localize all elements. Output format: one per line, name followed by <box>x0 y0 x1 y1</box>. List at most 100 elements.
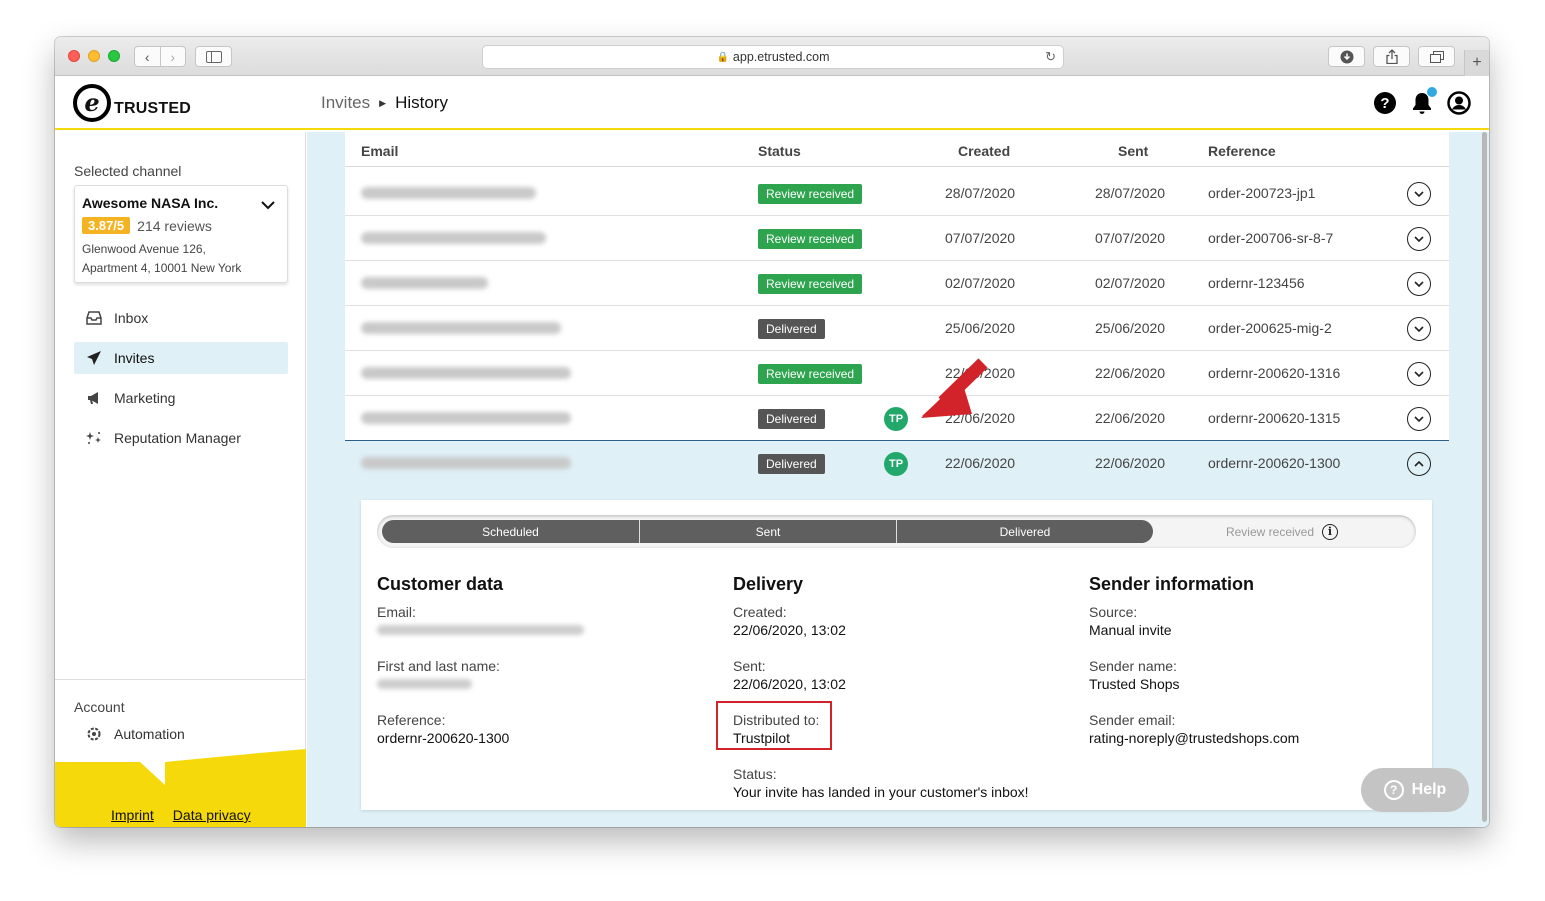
question-icon: ? <box>1383 780 1404 800</box>
created-date: 07/07/2020 <box>945 230 1016 246</box>
invites-history-table: Email Status Created Sent Reference Revi… <box>345 132 1449 827</box>
redacted-value <box>377 679 472 689</box>
channel-selector[interactable]: Awesome NASA Inc. 3.87/5 214 reviews Gle… <box>74 185 288 283</box>
channel-address: Glenwood Avenue 126, Apartment 4, 10001 … <box>82 240 241 278</box>
notifications-bell-icon[interactable] <box>1410 87 1437 115</box>
column-status[interactable]: Status <box>758 143 801 159</box>
sent-date: 07/07/2020 <box>1095 230 1166 246</box>
redacted-value <box>377 625 584 635</box>
page-scrollbar[interactable] <box>1482 132 1487 822</box>
field-value: 22/06/2020, 13:02 <box>733 622 846 638</box>
status-badge: Delivered <box>758 454 825 474</box>
reference: order-200723-jp1 <box>1208 185 1316 201</box>
table-row-expanded[interactable]: Delivered TP 22/06/2020 22/06/2020 order… <box>345 440 1449 485</box>
footer-links: Imprint Data privacy <box>111 807 251 823</box>
created-date: 22/06/2020 <box>945 410 1016 426</box>
header-actions: ? <box>1373 87 1471 115</box>
column-email[interactable]: Email <box>361 143 398 159</box>
chevron-down-icon[interactable] <box>1407 227 1431 251</box>
delivery-section: Delivery Created: 22/06/2020, 13:02 Sent… <box>733 574 1073 819</box>
minimize-window-button[interactable] <box>88 50 100 62</box>
sent-date: 25/06/2020 <box>1095 320 1166 336</box>
info-icon[interactable]: i <box>1322 523 1339 540</box>
field-label: Status: <box>733 766 777 782</box>
lock-icon: 🔒 <box>716 51 729 63</box>
sparkle-stars-icon <box>85 429 103 447</box>
table-row[interactable]: Review received 28/07/2020 28/07/2020 or… <box>345 171 1449 216</box>
breadcrumb-invites-link[interactable]: Invites <box>321 93 370 113</box>
delivery-sent-field: Sent: 22/06/2020, 13:02 <box>733 657 1073 693</box>
imprint-link[interactable]: Imprint <box>111 807 154 823</box>
breadcrumb-current: History <box>395 93 448 112</box>
new-tab-icon[interactable]: + <box>1464 50 1489 76</box>
chevron-down-icon[interactable] <box>1407 317 1431 341</box>
sidebar-item-marketing[interactable]: Marketing <box>74 382 288 414</box>
column-sent[interactable]: Sent <box>1118 143 1148 159</box>
invite-detail-panel: Scheduled Sent Delivered Review received… <box>361 500 1432 810</box>
scrollbar-thumb[interactable] <box>1482 132 1487 822</box>
sidebar-toggle-icon[interactable] <box>195 46 232 67</box>
help-button[interactable]: ? Help <box>1361 768 1469 812</box>
sidebar-item-invites[interactable]: Invites <box>74 342 288 374</box>
zoom-window-button[interactable] <box>108 50 120 62</box>
close-window-button[interactable] <box>68 50 80 62</box>
channel-name: Awesome NASA Inc. <box>82 195 219 211</box>
redacted-email <box>361 232 546 244</box>
delivery-created-field: Created: 22/06/2020, 13:02 <box>733 603 1073 639</box>
reference: ordernr-200620-1300 <box>1208 455 1341 471</box>
account-section-label: Account <box>74 699 125 715</box>
distributed-to-highlight-box <box>716 701 832 750</box>
address-bar[interactable]: 🔒 app.etrusted.com ↻ <box>482 45 1064 69</box>
column-created[interactable]: Created <box>958 143 1010 159</box>
field-value: Manual invite <box>1089 622 1172 638</box>
table-row[interactable]: Delivered 25/06/2020 25/06/2020 order-20… <box>345 306 1449 351</box>
table-header: Email Status Created Sent Reference <box>345 132 1449 167</box>
chevron-down-icon[interactable] <box>1407 407 1431 431</box>
reload-icon[interactable]: ↻ <box>1045 49 1056 65</box>
status-badge: Delivered <box>758 409 825 429</box>
redacted-email <box>361 457 571 469</box>
chevron-down-icon[interactable] <box>1407 182 1431 206</box>
sidebar-item-label: Marketing <box>114 390 176 406</box>
chevron-down-icon[interactable] <box>1407 362 1431 386</box>
user-account-icon[interactable] <box>1447 91 1471 115</box>
sidebar-item-automation[interactable]: Automation <box>85 725 185 743</box>
tabs-overview-icon[interactable] <box>1418 46 1455 67</box>
column-reference[interactable]: Reference <box>1208 143 1276 159</box>
breadcrumb: Invites ▶ History <box>321 93 448 113</box>
inbox-icon <box>85 309 103 327</box>
table-row[interactable]: Delivered TP 22/06/2020 22/06/2020 order… <box>345 396 1449 441</box>
chevron-up-icon[interactable] <box>1407 452 1431 476</box>
chevron-down-icon[interactable] <box>1407 272 1431 296</box>
forward-icon[interactable]: › <box>159 47 186 66</box>
data-privacy-link[interactable]: Data privacy <box>173 807 251 823</box>
field-label: Sender email: <box>1089 712 1176 728</box>
downloads-icon[interactable] <box>1328 46 1365 67</box>
status-badge: Review received <box>758 184 863 204</box>
help-label: Help <box>1411 781 1447 798</box>
chevron-down-icon[interactable] <box>261 197 275 215</box>
logo-mark: e <box>73 84 111 122</box>
channel-rating-row: 3.87/5 214 reviews <box>82 217 212 234</box>
breadcrumb-separator-icon: ▶ <box>379 97 387 108</box>
sender-source-field: Source: Manual invite <box>1089 603 1429 639</box>
field-label: Sent: <box>733 658 766 674</box>
invite-progress-bar: Scheduled Sent Delivered Review received… <box>377 515 1416 548</box>
sidebar-item-label: Invites <box>114 350 155 366</box>
help-icon[interactable]: ? <box>1373 91 1397 115</box>
table-row[interactable]: Review received 07/07/2020 07/07/2020 or… <box>345 216 1449 261</box>
sender-information-title: Sender information <box>1089 574 1255 594</box>
etrusted-logo[interactable]: e TRUSTED <box>73 84 191 122</box>
sidebar-divider <box>55 679 306 680</box>
sidebar-item-reputation-manager[interactable]: Reputation Manager <box>74 422 288 454</box>
sidebar-item-inbox[interactable]: Inbox <box>74 302 288 334</box>
reference: ordernr-200620-1315 <box>1208 410 1341 426</box>
automation-label: Automation <box>114 726 185 742</box>
table-row[interactable]: Review received 02/07/2020 02/07/2020 or… <box>345 261 1449 306</box>
back-icon[interactable]: ‹ <box>135 47 160 66</box>
table-row[interactable]: Review received 22/06/2020 22/06/2020 or… <box>345 351 1449 396</box>
delivery-status-field: Status: Your invite has landed in your c… <box>733 765 1073 801</box>
sender-email-field: Sender email: rating-noreply@trustedshop… <box>1089 711 1429 747</box>
share-icon[interactable] <box>1373 46 1410 67</box>
customer-data-title: Customer data <box>377 574 504 594</box>
